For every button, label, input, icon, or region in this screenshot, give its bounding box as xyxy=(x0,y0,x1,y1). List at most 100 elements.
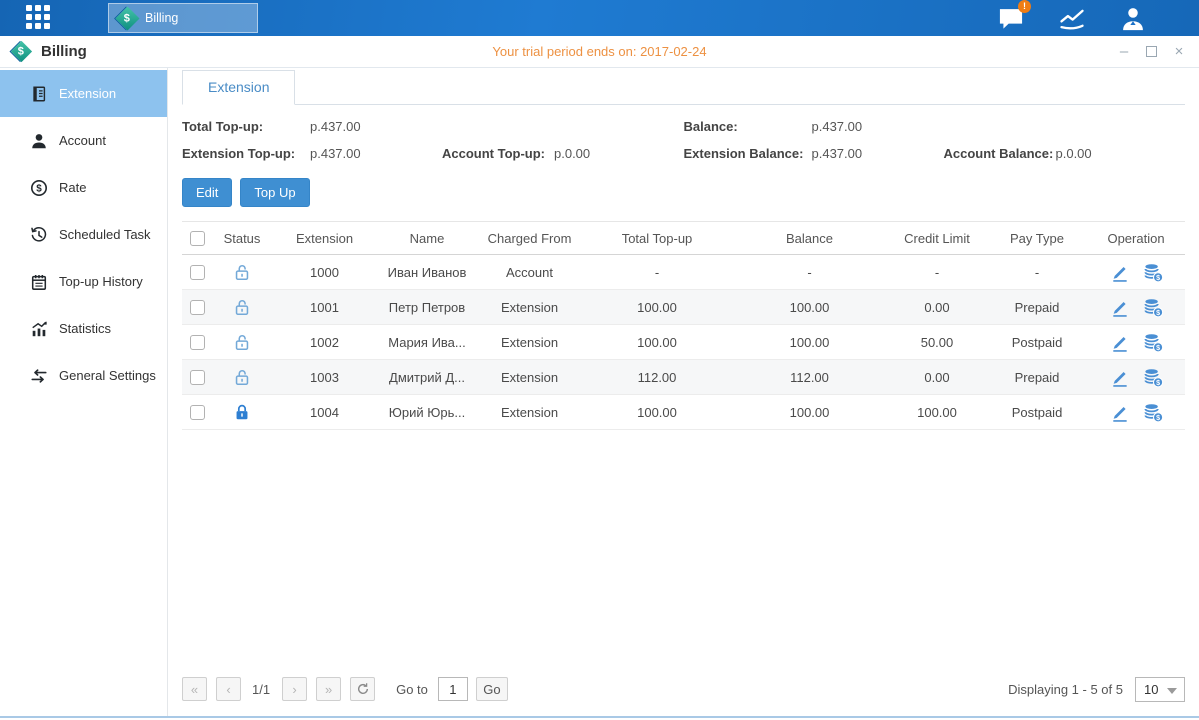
row-checkbox[interactable] xyxy=(190,265,205,280)
general-settings-icon xyxy=(30,367,48,385)
sidebar-item-label: Scheduled Task xyxy=(59,227,151,242)
maximize-icon[interactable] xyxy=(1146,46,1157,57)
taskbar-app-label: Billing xyxy=(145,11,178,25)
top-up-coins-icon[interactable]: $ xyxy=(1143,367,1164,388)
account-topup-value: p.0.00 xyxy=(554,146,684,161)
svg-text:$: $ xyxy=(1156,413,1160,421)
edit-pencil-icon[interactable] xyxy=(1109,402,1130,423)
top-up-coins-icon[interactable]: $ xyxy=(1143,402,1164,423)
lock-open-icon xyxy=(232,262,252,282)
page-indicator: 1/1 xyxy=(252,682,270,697)
sidebar-item-topup-history[interactable]: Top-up History xyxy=(0,258,167,305)
sidebar-item-label: Statistics xyxy=(59,321,111,336)
edit-button[interactable]: Edit xyxy=(182,178,232,207)
prev-page-button[interactable]: ‹ xyxy=(216,677,241,701)
go-button[interactable]: Go xyxy=(476,677,508,701)
app-launcher-icon[interactable] xyxy=(26,5,53,32)
sidebar-item-scheduled-task[interactable]: Scheduled Task xyxy=(0,211,167,258)
row-checkbox[interactable] xyxy=(190,405,205,420)
operation-cell: $ xyxy=(1087,297,1185,318)
svg-text:$: $ xyxy=(1156,308,1160,316)
top-up-coins-icon[interactable]: $ xyxy=(1143,262,1164,283)
window-title: Billing xyxy=(41,43,87,60)
total-topup-cell: 100.00 xyxy=(582,405,732,420)
edit-pencil-icon[interactable] xyxy=(1109,367,1130,388)
edit-pencil-icon[interactable] xyxy=(1109,262,1130,283)
table-row[interactable]: 1001Петр ПетровExtension100.00100.000.00… xyxy=(182,290,1185,325)
displaying-status: Displaying 1 - 5 of 5 xyxy=(1008,682,1123,697)
messages-icon[interactable]: ! xyxy=(997,5,1025,31)
window-title-bar: $ Billing Your trial period ends on: 201… xyxy=(0,36,1199,68)
charged-from-cell: Extension xyxy=(477,405,582,420)
extension-cell: 1002 xyxy=(272,335,377,350)
sidebar-item-general-settings[interactable]: General Settings xyxy=(0,352,167,399)
lock-closed-icon xyxy=(232,402,252,422)
table-row[interactable]: 1000Иван ИвановAccount----$ xyxy=(182,255,1185,290)
col-balance: Balance xyxy=(732,231,887,246)
select-all-checkbox[interactable] xyxy=(190,231,205,246)
status-cell xyxy=(212,262,272,282)
table-row[interactable]: 1002Мария Ива...Extension100.00100.0050.… xyxy=(182,325,1185,360)
extension-balance-label: Extension Balance: xyxy=(684,146,812,161)
table-row[interactable]: 1003Дмитрий Д...Extension112.00112.000.0… xyxy=(182,360,1185,395)
name-cell: Петр Петров xyxy=(377,300,477,315)
svg-text:$: $ xyxy=(1156,343,1160,351)
statistics-monitor-icon[interactable] xyxy=(1058,5,1086,31)
user-account-icon[interactable] xyxy=(1119,5,1147,31)
table-row[interactable]: 1004Юрий Юрь...Extension100.00100.00100.… xyxy=(182,395,1185,430)
credit-limit-cell: - xyxy=(887,265,987,280)
status-cell xyxy=(212,402,272,422)
page-size-select[interactable]: 10 xyxy=(1135,677,1185,702)
top-up-coins-icon[interactable]: $ xyxy=(1143,332,1164,353)
pay-type-cell: - xyxy=(987,265,1087,280)
first-page-button[interactable]: « xyxy=(182,677,207,701)
total-topup-label: Total Top-up: xyxy=(182,119,310,134)
billing-app-icon: $ xyxy=(115,6,139,30)
minimize-icon[interactable]: – xyxy=(1116,44,1132,60)
sidebar-item-account[interactable]: Account xyxy=(0,117,167,164)
col-extension: Extension xyxy=(272,231,377,246)
svg-text:$: $ xyxy=(36,183,42,194)
row-checkbox[interactable] xyxy=(190,370,205,385)
row-checkbox[interactable] xyxy=(190,335,205,350)
top-up-button[interactable]: Top Up xyxy=(240,178,309,207)
main-content: Extension Total Top-up: p.437.00 Extensi… xyxy=(168,68,1199,716)
chevron-down-icon xyxy=(1167,688,1177,694)
status-cell xyxy=(212,297,272,317)
close-icon[interactable]: × xyxy=(1171,44,1187,60)
row-checkbox[interactable] xyxy=(190,300,205,315)
goto-page-input[interactable] xyxy=(438,677,468,701)
billing-window-icon: $ xyxy=(11,41,32,62)
svg-text:$: $ xyxy=(1156,378,1160,386)
lock-open-icon xyxy=(232,297,252,317)
total-topup-cell: - xyxy=(582,265,732,280)
balance-cell: - xyxy=(732,265,887,280)
col-status: Status xyxy=(212,231,272,246)
taskbar-app-billing[interactable]: $ Billing xyxy=(108,3,258,33)
next-page-button[interactable]: › xyxy=(282,677,307,701)
tab-strip: Extension xyxy=(182,70,1185,105)
sidebar-item-rate[interactable]: $ Rate xyxy=(0,164,167,211)
sidebar-item-extension[interactable]: Extension xyxy=(0,70,167,117)
extension-balance-value: p.437.00 xyxy=(812,146,944,161)
col-credit-limit: Credit Limit xyxy=(887,231,987,246)
sidebar-item-label: Extension xyxy=(59,86,116,101)
operation-cell: $ xyxy=(1087,402,1185,423)
last-page-button[interactable]: » xyxy=(316,677,341,701)
table-body: 1000Иван ИвановAccount----$1001Петр Петр… xyxy=(182,255,1185,430)
charged-from-cell: Extension xyxy=(477,300,582,315)
extension-topup-label: Extension Top-up: xyxy=(182,146,310,161)
tab-extension[interactable]: Extension xyxy=(182,70,295,105)
top-up-coins-icon[interactable]: $ xyxy=(1143,297,1164,318)
edit-pencil-icon[interactable] xyxy=(1109,297,1130,318)
name-cell: Дмитрий Д... xyxy=(377,370,477,385)
operation-cell: $ xyxy=(1087,262,1185,283)
col-name: Name xyxy=(377,231,477,246)
sidebar-item-statistics[interactable]: Statistics xyxy=(0,305,167,352)
col-charged-from: Charged From xyxy=(477,231,582,246)
col-operation: Operation xyxy=(1087,231,1185,246)
refresh-icon[interactable] xyxy=(350,677,375,701)
edit-pencil-icon[interactable] xyxy=(1109,332,1130,353)
operation-cell: $ xyxy=(1087,332,1185,353)
sidebar-item-label: General Settings xyxy=(59,368,156,383)
